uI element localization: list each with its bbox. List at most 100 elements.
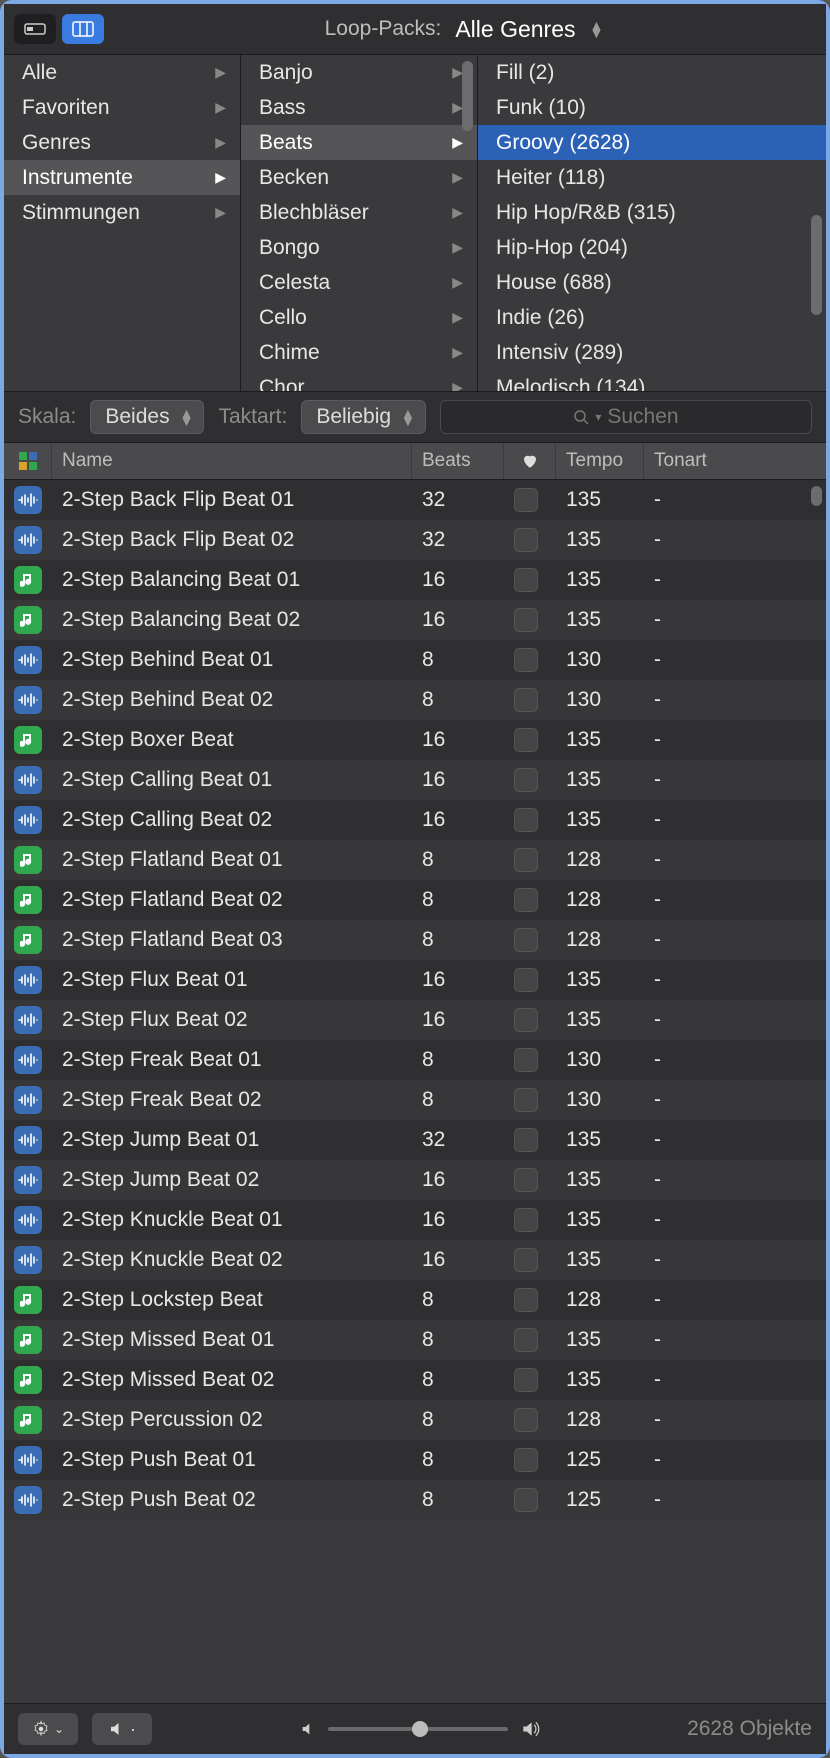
browser-item[interactable]: Fill (2) [478,55,826,90]
favorite-checkbox[interactable] [514,888,538,912]
browser-item[interactable]: Blechbläser▶ [241,195,477,230]
table-row[interactable]: 2-Step Freak Beat 028130- [4,1080,826,1120]
table-row[interactable]: 2-Step Flux Beat 0216135- [4,1000,826,1040]
table-row[interactable]: 2-Step Knuckle Beat 0216135- [4,1240,826,1280]
browser-item[interactable]: Melodisch (134) [478,370,826,391]
favorite-checkbox[interactable] [514,768,538,792]
loop-name: 2-Step Lockstep Beat [52,1288,412,1312]
favorite-checkbox[interactable] [514,608,538,632]
table-row[interactable]: 2-Step Flatland Beat 028128- [4,880,826,920]
browser-item[interactable]: Beats▶ [241,125,477,160]
browser-item[interactable]: Funk (10) [478,90,826,125]
scale-dropdown[interactable]: Beides ▲▼ [90,400,204,434]
favorite-checkbox[interactable] [514,968,538,992]
favorite-checkbox[interactable] [514,688,538,712]
favorite-checkbox[interactable] [514,1368,538,1392]
table-row[interactable]: 2-Step Jump Beat 0216135- [4,1160,826,1200]
table-row[interactable]: 2-Step Missed Beat 018135- [4,1320,826,1360]
favorite-checkbox[interactable] [514,1248,538,1272]
column-header-type[interactable] [4,443,52,479]
loop-packs-selector[interactable]: Loop-Packs: Alle Genres ▲▼ [112,16,816,43]
top-bar: Loop-Packs: Alle Genres ▲▼ [4,4,826,55]
browser-item[interactable]: Hip Hop/R&B (315) [478,195,826,230]
browser-item[interactable]: Indie (26) [478,300,826,335]
scrollbar-thumb[interactable] [811,215,822,315]
table-row[interactable]: 2-Step Missed Beat 028135- [4,1360,826,1400]
column-header-name[interactable]: Name [52,443,412,479]
table-row[interactable]: 2-Step Boxer Beat16135- [4,720,826,760]
browser-item[interactable]: Bongo▶ [241,230,477,265]
favorite-checkbox[interactable] [514,488,538,512]
table-row[interactable]: 2-Step Push Beat 028125- [4,1480,826,1520]
browser-item[interactable]: Favoriten▶ [4,90,240,125]
browser-item[interactable]: Groovy (2628) [478,125,826,160]
table-row[interactable]: 2-Step Percussion 028128- [4,1400,826,1440]
favorite-checkbox[interactable] [514,1448,538,1472]
volume-slider[interactable] [166,1719,673,1739]
favorite-checkbox[interactable] [514,1128,538,1152]
favorite-checkbox[interactable] [514,1168,538,1192]
favorite-checkbox[interactable] [514,728,538,752]
favorite-checkbox[interactable] [514,1088,538,1112]
favorite-checkbox[interactable] [514,568,538,592]
column-header-tempo[interactable]: Tempo [556,443,644,479]
favorite-checkbox[interactable] [514,928,538,952]
browser-item[interactable]: Bass▶ [241,90,477,125]
table-row[interactable]: 2-Step Freak Beat 018130- [4,1040,826,1080]
preview-button[interactable]: · [92,1713,152,1745]
table-row[interactable]: 2-Step Flatland Beat 038128- [4,920,826,960]
favorite-checkbox[interactable] [514,1288,538,1312]
browser-item[interactable]: Heiter (118) [478,160,826,195]
table-row[interactable]: 2-Step Balancing Beat 0216135- [4,600,826,640]
browser-item[interactable]: Chime▶ [241,335,477,370]
table-row[interactable]: 2-Step Lockstep Beat8128- [4,1280,826,1320]
browser-item[interactable]: Celesta▶ [241,265,477,300]
settings-button[interactable]: ⌄ [18,1713,78,1745]
browser-item[interactable]: Alle▶ [4,55,240,90]
table-row[interactable]: 2-Step Back Flip Beat 0132135- [4,480,826,520]
table-row[interactable]: 2-Step Balancing Beat 0116135- [4,560,826,600]
signature-dropdown[interactable]: Beliebig ▲▼ [301,400,426,434]
favorite-checkbox[interactable] [514,528,538,552]
waveform-icon [14,1486,42,1514]
browser-item[interactable]: Hip-Hop (204) [478,230,826,265]
browser-item[interactable]: Becken▶ [241,160,477,195]
favorite-checkbox[interactable] [514,648,538,672]
browser-item[interactable]: Chor▶ [241,370,477,391]
table-row[interactable]: 2-Step Knuckle Beat 0116135- [4,1200,826,1240]
favorite-checkbox[interactable] [514,1488,538,1512]
browser-item[interactable]: Stimmungen▶ [4,195,240,230]
browser-item[interactable]: House (688) [478,265,826,300]
view-buttons-icon[interactable] [14,14,56,44]
favorite-checkbox[interactable] [514,1208,538,1232]
scrollbar-thumb[interactable] [462,61,473,131]
column-header-key[interactable]: Tonart [644,443,826,479]
browser-item[interactable]: Intensiv (289) [478,335,826,370]
favorite-checkbox[interactable] [514,848,538,872]
column-header-favorite[interactable] [504,443,556,479]
table-row[interactable]: 2-Step Flatland Beat 018128- [4,840,826,880]
favorite-checkbox[interactable] [514,808,538,832]
favorite-checkbox[interactable] [514,1048,538,1072]
favorite-checkbox[interactable] [514,1328,538,1352]
browser-item[interactable]: Cello▶ [241,300,477,335]
table-row[interactable]: 2-Step Behind Beat 028130- [4,680,826,720]
browser-item[interactable]: Instrumente▶ [4,160,240,195]
favorite-checkbox[interactable] [514,1408,538,1432]
table-row[interactable]: 2-Step Calling Beat 0216135- [4,800,826,840]
column-header-beats[interactable]: Beats [412,443,504,479]
midi-note-icon [14,1286,42,1314]
browser-item[interactable]: Banjo▶ [241,55,477,90]
table-row[interactable]: 2-Step Push Beat 018125- [4,1440,826,1480]
table-row[interactable]: 2-Step Jump Beat 0132135- [4,1120,826,1160]
scrollbar-thumb[interactable] [811,486,822,506]
search-input[interactable]: ▾ Suchen [440,400,812,434]
table-row[interactable]: 2-Step Behind Beat 018130- [4,640,826,680]
browser-item-label: Melodisch (134) [496,376,645,392]
favorite-checkbox[interactable] [514,1008,538,1032]
browser-item[interactable]: Genres▶ [4,125,240,160]
table-row[interactable]: 2-Step Calling Beat 0116135- [4,760,826,800]
table-row[interactable]: 2-Step Flux Beat 0116135- [4,960,826,1000]
view-columns-icon[interactable] [62,14,104,44]
table-row[interactable]: 2-Step Back Flip Beat 0232135- [4,520,826,560]
